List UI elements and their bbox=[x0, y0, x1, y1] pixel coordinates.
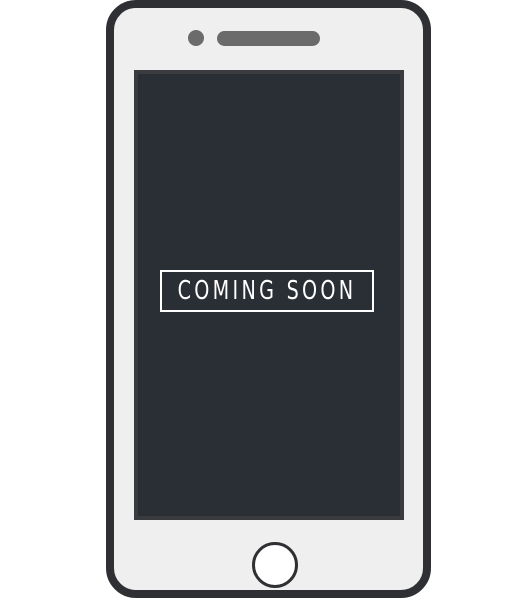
front-camera-icon bbox=[188, 30, 204, 46]
speaker-grille-icon bbox=[217, 31, 320, 46]
stage: COMING SOON bbox=[0, 0, 526, 600]
phone-illustration: COMING SOON bbox=[106, 0, 431, 598]
coming-soon-banner: COMING SOON bbox=[160, 270, 374, 312]
home-button[interactable] bbox=[252, 542, 298, 588]
coming-soon-text: COMING SOON bbox=[177, 276, 357, 306]
phone-screen: COMING SOON bbox=[134, 70, 404, 520]
